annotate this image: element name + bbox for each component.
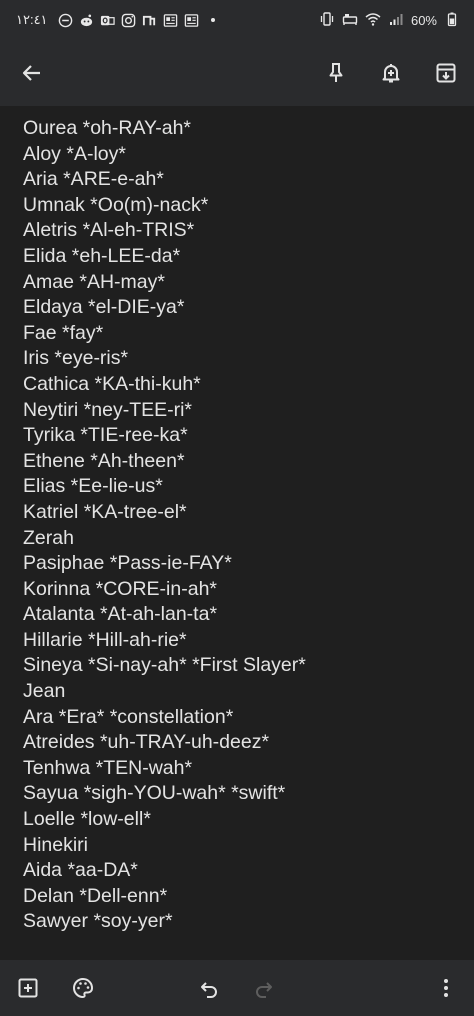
note-line: Ara *Era* *constellation* — [23, 705, 234, 728]
pin-icon — [329, 63, 343, 82]
reddit-icon — [79, 13, 94, 28]
bottom-toolbar — [0, 960, 474, 1016]
note-line: Aloy *A-loy* — [23, 142, 126, 165]
note-line: Delan *Dell-enn* — [23, 884, 168, 907]
outlook-icon — [100, 13, 115, 28]
back-arrow-icon — [22, 65, 40, 81]
note-line: Atalanta *At-ah-lan-ta* — [23, 603, 218, 626]
note-line: Sineya *Si-nay-ah* *First Slayer* — [23, 654, 306, 677]
pin-button[interactable] — [318, 55, 354, 91]
note-line: Korinna *CORE-in-ah* — [23, 577, 218, 600]
note-line: Atreides *uh-TRAY-uh-deez* — [23, 731, 270, 754]
note-line: Fae *fay* — [23, 321, 104, 344]
archive-button[interactable] — [428, 55, 464, 91]
note-line: Tenhwa *TEN-wah* — [23, 756, 193, 779]
add-content-button[interactable] — [12, 972, 44, 1004]
status-left: ١٢:٤١ — [16, 10, 215, 30]
note-line: Hinekiri — [23, 833, 89, 856]
vibrate-icon — [319, 11, 335, 30]
note-toolbar — [0, 40, 474, 106]
more-options-button[interactable] — [430, 972, 462, 1004]
add-box-icon — [18, 978, 38, 998]
more-notifications-dot — [210, 18, 215, 22]
instagram-icon — [121, 13, 136, 28]
note-line: Amae *AH-may* — [23, 270, 165, 293]
note-line: Elias *Ee-lie-us* — [23, 475, 163, 498]
palette-icon — [73, 977, 93, 999]
redo-button[interactable] — [248, 972, 280, 1004]
more-vertical-icon — [444, 979, 448, 997]
signal-icon — [388, 11, 404, 30]
battery-icon — [444, 11, 460, 30]
note-line: Iris *eye-ris* — [23, 347, 129, 370]
note-line: Ethene *Ah-theen* — [23, 449, 185, 472]
note-line: Katriel *KA-tree-el* — [23, 500, 187, 523]
wifi-icon — [365, 11, 381, 30]
status-bar: ١٢:٤١ 60% — [0, 0, 474, 40]
note-line: Loelle *low-ell* — [23, 808, 151, 831]
app-icon — [142, 13, 157, 28]
note-line: Zerah — [23, 526, 74, 549]
background-options-button[interactable] — [67, 972, 99, 1004]
note-line: Cathica *KA-thi-kuh* — [23, 372, 201, 395]
redo-icon — [256, 982, 272, 998]
news-icon — [184, 13, 199, 28]
note-line: Hillarie *Hill-ah-rie* — [23, 628, 187, 651]
note-line: Pasiphae *Pass-ie-FAY* — [23, 552, 232, 575]
note-line: Sayua *sigh-YOU-wah* *swift* — [23, 782, 286, 805]
note-line: Jean — [23, 680, 66, 703]
add-reminder-icon — [382, 64, 400, 83]
alarm-icon — [342, 11, 358, 30]
add-reminder-button[interactable] — [373, 55, 409, 91]
note-body[interactable]: Ourea *oh-RAY-ah* Aloy *A-loy* Aria *ARE-e… — [0, 106, 474, 960]
note-line: Umnak *Oo(m)-nack* — [23, 193, 209, 216]
news-icon — [163, 13, 178, 28]
note-line: Ourea *oh-RAY-ah* — [23, 117, 192, 139]
undo-button[interactable] — [193, 972, 225, 1004]
note-line: Aida *aa-DA* — [23, 859, 138, 882]
do-not-disturb-icon — [58, 13, 73, 28]
note-line: Aletris *Al-eh-TRIS* — [23, 219, 195, 242]
undo-icon — [201, 982, 217, 998]
note-text[interactable]: Ourea *oh-RAY-ah* Aloy *A-loy* Aria *ARE-e… — [23, 116, 306, 935]
note-line: Elida *eh-LEE-da* — [23, 244, 181, 267]
status-right: 60% — [319, 10, 460, 30]
battery-percent: 60% — [410, 12, 437, 28]
archive-icon — [436, 63, 456, 83]
note-line: Eldaya *el-DIE-ya* — [23, 296, 185, 319]
status-time: ١٢:٤١ — [16, 12, 48, 27]
note-line: Tyrika *TIE-ree-ka* — [23, 424, 188, 447]
note-line: Sawyer *soy-yer* — [23, 910, 173, 933]
note-line: Neytiri *ney-TEE-ri* — [23, 398, 193, 421]
back-button[interactable] — [14, 55, 50, 91]
note-line: Aria *ARE-e-ah* — [23, 168, 164, 191]
